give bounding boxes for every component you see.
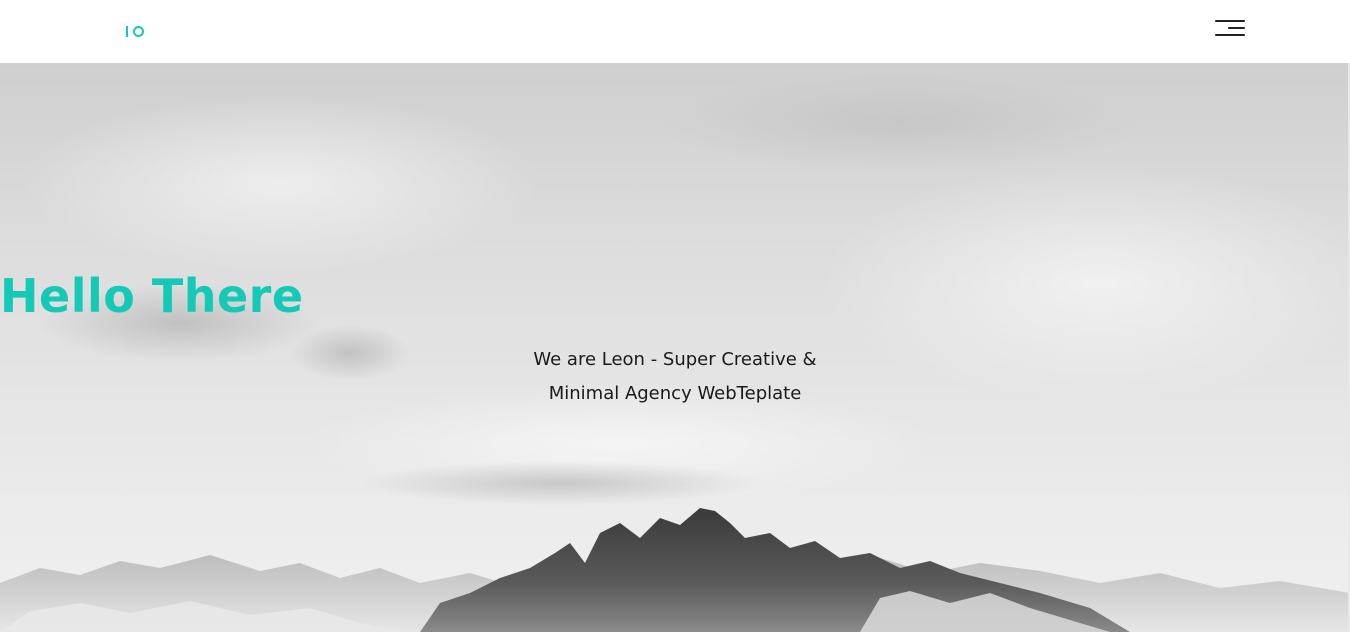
hero-subtitle: We are Leon - Super Creative & Minimal A…	[475, 343, 875, 411]
hero-section: Hello There We are Leon - Super Creative…	[0, 63, 1350, 632]
hero-title: Hello There	[0, 269, 304, 323]
hero-subtitle-line2: Minimal Agency WebTeplate	[548, 383, 802, 404]
site-header	[0, 0, 1350, 63]
hamburger-menu-icon[interactable]	[1212, 18, 1248, 40]
menu-line-top	[1215, 20, 1245, 22]
menu-line-bottom	[1215, 34, 1245, 36]
hero-subtitle-line1: We are Leon - Super Creative &	[533, 349, 817, 370]
logo-link[interactable]	[126, 24, 144, 38]
menu-line-middle	[1228, 27, 1245, 29]
logo-ring-icon	[133, 25, 144, 37]
logo-bar-icon	[126, 25, 128, 37]
